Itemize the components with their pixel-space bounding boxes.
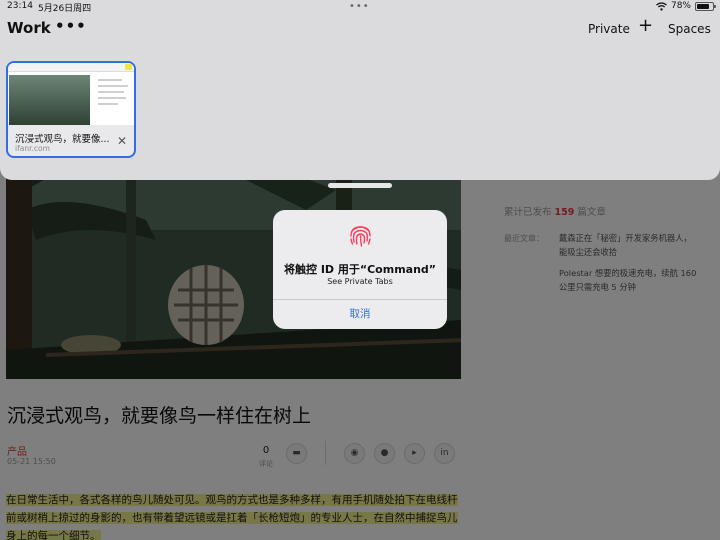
fingerprint-icon <box>350 226 371 247</box>
panel-grabber-handle[interactable] <box>328 183 392 188</box>
spaces-button[interactable]: Spaces <box>668 22 711 36</box>
status-time: 23:14 <box>7 1 33 11</box>
touch-id-alert: 将触控 ID 用于“Command” See Private Tabs 取消 <box>273 210 447 329</box>
tab-thumbnail <box>8 63 134 125</box>
status-date: 5月26日周四 <box>38 4 92 14</box>
alert-title: 将触控 ID 用于“Command” <box>283 263 437 276</box>
tab-group-menu-button[interactable]: ••• <box>55 17 87 35</box>
battery-icon <box>695 1 716 11</box>
tab-title: 沉浸式观鸟，就要像... <box>15 134 110 145</box>
tab-group-title[interactable]: Work <box>7 19 51 37</box>
tab-card[interactable]: 沉浸式观鸟，就要像... ifanr.com ✕ <box>6 61 136 158</box>
status-indicators: 78% <box>656 1 716 11</box>
wifi-icon <box>656 1 667 11</box>
new-tab-button[interactable]: + <box>638 17 653 35</box>
cancel-button[interactable]: 取消 <box>273 300 447 329</box>
tab-overview-panel: 23:14 5月26日周四 ••• 78% Work ••• Private +… <box>0 0 720 180</box>
close-icon[interactable]: ✕ <box>117 135 127 147</box>
battery-percent: 78% <box>670 1 691 11</box>
alert-message: See Private Tabs <box>327 277 393 286</box>
multitasking-dots[interactable]: ••• <box>349 1 370 12</box>
tab-url: ifanr.com <box>15 144 50 153</box>
private-button[interactable]: Private <box>588 22 630 36</box>
